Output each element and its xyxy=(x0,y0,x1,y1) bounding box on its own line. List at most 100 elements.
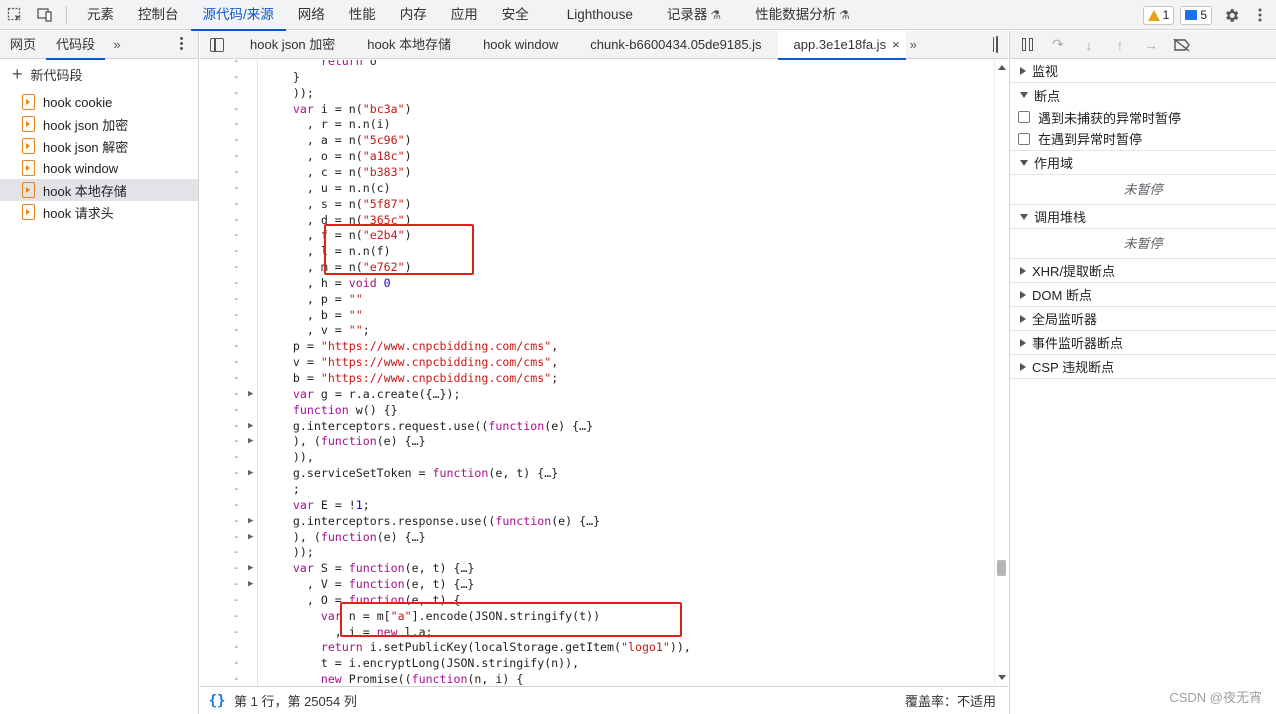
line-number-placeholder[interactable]: - xyxy=(233,322,240,338)
gutter-line[interactable]: - xyxy=(200,259,257,275)
editor-tab[interactable]: hook 本地存储 xyxy=(351,31,467,59)
tab-security[interactable]: 安全 xyxy=(490,0,541,30)
line-number-placeholder[interactable]: - xyxy=(233,481,240,497)
tab-performance[interactable]: 性能 xyxy=(337,0,388,30)
warnings-badge[interactable]: 1 xyxy=(1142,5,1175,25)
line-number-placeholder[interactable]: - xyxy=(233,544,240,560)
line-number-placeholder[interactable]: - xyxy=(233,671,240,685)
line-number-placeholder[interactable]: - xyxy=(233,60,240,69)
tab-sources[interactable]: 源代码/来源 xyxy=(190,0,287,31)
gutter-line[interactable]: - xyxy=(200,449,257,465)
line-number-placeholder[interactable]: - xyxy=(233,354,240,370)
more-options-icon[interactable] xyxy=(1250,0,1270,30)
line-number-placeholder[interactable]: - xyxy=(233,180,240,196)
line-number-placeholder[interactable]: - xyxy=(233,132,240,148)
section-event-listener-breakpoints[interactable]: 事件监听器断点 xyxy=(1010,331,1276,355)
toggle-navigator-icon[interactable] xyxy=(200,31,234,59)
gutter-line[interactable]: - ▶ xyxy=(200,465,257,481)
gutter-line[interactable]: - xyxy=(200,481,257,497)
line-number-placeholder[interactable]: - xyxy=(233,307,240,323)
tab-page[interactable]: 网页 xyxy=(0,31,46,59)
gutter-line[interactable]: - ▶ xyxy=(200,513,257,529)
gutter-line[interactable]: - ▶ xyxy=(200,560,257,576)
toggle-debugger-icon[interactable] xyxy=(996,36,998,53)
tab-performance-insights[interactable]: 性能数据分析 ⚗ xyxy=(743,0,862,30)
tab-snippets[interactable]: 代码段 xyxy=(46,31,106,60)
line-number-placeholder[interactable]: - xyxy=(233,529,240,545)
gutter-line[interactable]: - xyxy=(200,275,257,291)
fold-arrow-icon[interactable]: ▶ xyxy=(248,465,253,481)
gutter-line[interactable]: - xyxy=(200,243,257,259)
fold-arrow-icon[interactable]: ▶ xyxy=(248,433,253,449)
fold-arrow-icon[interactable]: ▶ xyxy=(248,529,253,545)
line-number-placeholder[interactable]: - xyxy=(233,275,240,291)
line-number-placeholder[interactable]: - xyxy=(233,148,240,164)
checkbox[interactable] xyxy=(1018,111,1030,123)
vertical-scrollbar[interactable] xyxy=(994,60,1008,685)
tab-memory[interactable]: 内存 xyxy=(388,0,439,30)
gutter-line[interactable]: - xyxy=(200,655,257,671)
gutter-line[interactable]: - xyxy=(200,354,257,370)
code-editor[interactable]: - - - - - - - - - - - - - - - - - - - - - - ▶ - - ▶ - ▶ - - ▶ - - - ▶ - ▶ - - ▶… xyxy=(200,60,1008,685)
gutter-line[interactable]: - xyxy=(200,402,257,418)
checkbox[interactable] xyxy=(1018,132,1030,145)
line-number-placeholder[interactable]: - xyxy=(233,196,240,212)
line-number-placeholder[interactable]: - xyxy=(233,69,240,85)
line-number-placeholder[interactable]: - xyxy=(233,513,240,529)
gutter-line[interactable]: - xyxy=(200,101,257,117)
step-over-icon[interactable]: ↷ xyxy=(1049,36,1067,54)
gutter-line[interactable]: - xyxy=(200,291,257,307)
editor-tab-active[interactable]: app.3e1e18fa.js × xyxy=(777,30,906,60)
gutter-line[interactable]: - xyxy=(200,624,257,640)
line-number-placeholder[interactable]: - xyxy=(233,449,240,465)
line-number-placeholder[interactable]: - xyxy=(233,497,240,513)
gutter-line[interactable]: - xyxy=(200,60,257,69)
gutter-line[interactable]: - xyxy=(200,307,257,323)
gutter-line[interactable]: - ▶ xyxy=(200,576,257,592)
line-number-placeholder[interactable]: - xyxy=(233,227,240,243)
tab-recorder[interactable]: 记录器 ⚗ xyxy=(655,0,733,30)
scroll-thumb[interactable] xyxy=(997,560,1006,576)
gutter-line[interactable]: - xyxy=(200,148,257,164)
line-number-placeholder[interactable]: - xyxy=(233,386,240,402)
line-number-placeholder[interactable]: - xyxy=(233,465,240,481)
gutter-line[interactable]: - xyxy=(200,196,257,212)
gutter-line[interactable]: - xyxy=(200,497,257,513)
device-toolbar-icon[interactable] xyxy=(30,0,60,30)
gutter-line[interactable]: - xyxy=(200,85,257,101)
line-number-placeholder[interactable]: - xyxy=(233,291,240,307)
messages-badge[interactable]: 5 xyxy=(1180,5,1212,25)
step-into-icon[interactable]: ↓ xyxy=(1080,36,1098,54)
line-number-placeholder[interactable]: - xyxy=(233,418,240,434)
gutter-line[interactable]: - xyxy=(200,180,257,196)
pause-icon[interactable] xyxy=(1018,36,1036,54)
section-scope[interactable]: 作用域 xyxy=(1010,151,1276,175)
more-editor-tabs-chevron-icon[interactable]: » xyxy=(906,37,921,52)
snippet-item[interactable]: hook 请求头 xyxy=(0,201,198,223)
more-tabs-chevron-icon[interactable]: » xyxy=(105,37,129,52)
gutter-line[interactable]: - ▶ xyxy=(200,386,257,402)
gutter-line[interactable]: - xyxy=(200,227,257,243)
gutter-line[interactable]: - xyxy=(200,132,257,148)
gutter-line[interactable]: - xyxy=(200,164,257,180)
fold-arrow-icon[interactable]: ▶ xyxy=(248,513,253,529)
gutter-line[interactable]: - xyxy=(200,608,257,624)
gutter-line[interactable]: - xyxy=(200,212,257,228)
gutter-line[interactable]: - xyxy=(200,116,257,132)
tab-application[interactable]: 应用 xyxy=(439,0,490,30)
snippet-item[interactable]: hook cookie xyxy=(0,91,198,113)
pause-caught-option[interactable]: 在遇到异常时暂停 xyxy=(1010,127,1276,151)
gutter-line[interactable]: - xyxy=(200,544,257,560)
close-tab-icon[interactable]: × xyxy=(892,37,900,52)
line-number-placeholder[interactable]: - xyxy=(233,592,240,608)
new-snippet-button[interactable]: + 新代码段 xyxy=(0,59,198,89)
tab-network[interactable]: 网络 xyxy=(286,0,337,30)
gutter-line[interactable]: - xyxy=(200,639,257,655)
step-icon[interactable]: → xyxy=(1142,36,1160,54)
fold-arrow-icon[interactable]: ▶ xyxy=(248,418,253,434)
section-xhr-breakpoints[interactable]: XHR/提取断点 xyxy=(1010,259,1276,283)
gutter-line[interactable]: - ▶ xyxy=(200,418,257,434)
line-number-placeholder[interactable]: - xyxy=(233,243,240,259)
line-number-placeholder[interactable]: - xyxy=(233,639,240,655)
section-watch[interactable]: 监视 xyxy=(1010,59,1276,83)
